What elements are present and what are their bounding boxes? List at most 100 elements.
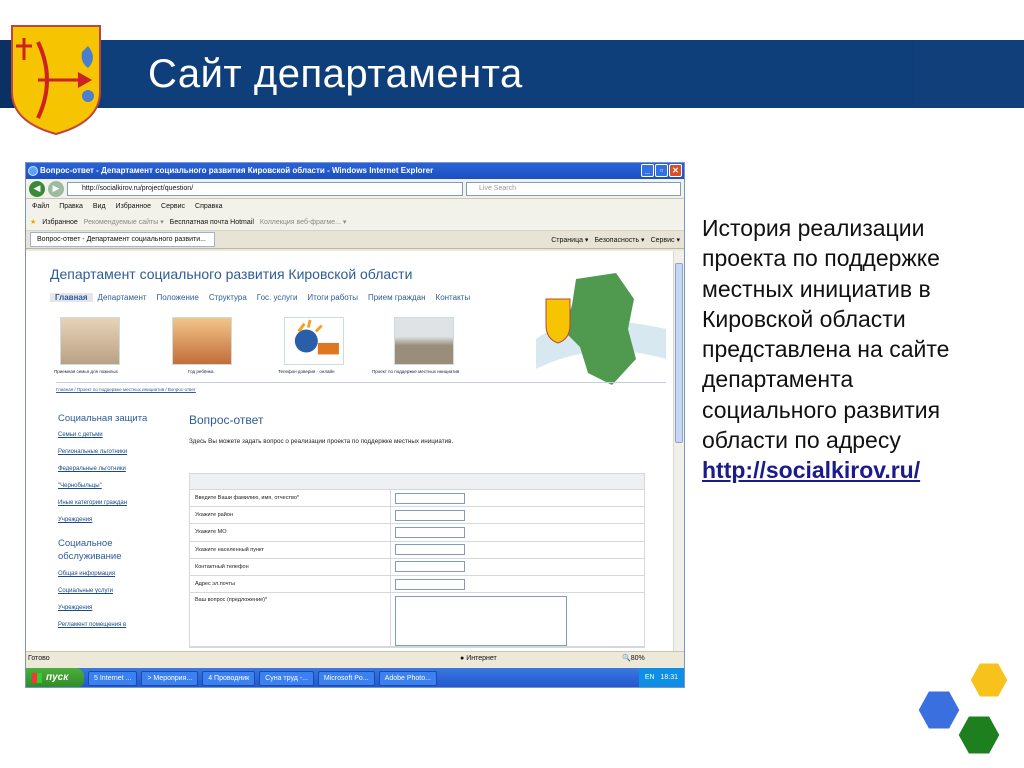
intro-text: Здесь Вы можете задать вопрос о реализац… <box>189 438 454 445</box>
status-bar: Готово ● Интернет 🔍80% <box>26 651 684 666</box>
mo-field[interactable] <box>395 526 465 538</box>
menu-help[interactable]: Справка <box>195 203 222 210</box>
name-field[interactable] <box>395 492 465 504</box>
email-field[interactable] <box>395 578 465 590</box>
menu-edit[interactable]: Правка <box>59 203 83 210</box>
close-icon[interactable]: ✕ <box>669 164 682 177</box>
thumb-hotline[interactable] <box>284 317 344 365</box>
nav-link[interactable]: Семьи с детьми <box>58 432 168 438</box>
hexagon-decoration-icon <box>915 660 1011 757</box>
nav-link[interactable]: Региональные льготники <box>58 449 168 455</box>
taskbar: пуск 5 Internet ... > Мероприя... 4 Пров… <box>26 668 684 687</box>
tool-security[interactable]: Безопасность ▾ <box>594 236 644 244</box>
nav-section-social-service: Социальное обслуживание <box>58 538 122 562</box>
thumb-caption-1[interactable]: Приемная семья для пожилых <box>54 369 164 374</box>
nav-link[interactable]: Федеральные льготники <box>58 466 168 472</box>
thumb-child-year[interactable] <box>172 317 232 365</box>
status-text: Готово <box>28 655 50 662</box>
nav-link[interactable]: Учреждения <box>58 605 168 611</box>
field-label: Введите Ваши фамилию, имя, отчество* <box>190 490 391 507</box>
address-row: ◀ ▶ http://socialkirov.ru/project/questi… <box>26 179 684 199</box>
field-label: Укажите населенный пункт <box>190 541 391 558</box>
thumb-elderly[interactable] <box>60 317 120 365</box>
address-bar[interactable]: http://socialkirov.ru/project/question/ <box>67 181 463 196</box>
thumb-caption-4[interactable]: Проект по поддержке местных инициатив <box>372 369 482 374</box>
taskbar-item[interactable]: Adobe Photo... <box>378 670 437 686</box>
start-button[interactable]: пуск <box>26 668 84 687</box>
form-row: Укажите населенный пункт <box>190 541 644 559</box>
settlement-field[interactable] <box>395 544 465 556</box>
taskbar-item[interactable]: 5 Internet ... <box>88 670 138 686</box>
nav-link[interactable]: Учреждения <box>58 517 168 523</box>
ie-titlebar: Вопрос-ответ - Департамент социального р… <box>26 163 684 179</box>
nav-regulation[interactable]: Положение <box>152 293 204 302</box>
phone-field[interactable] <box>395 561 465 573</box>
nav-results[interactable]: Итоги работы <box>302 293 363 302</box>
fav-item-slices[interactable]: Коллекция веб-фрагме... ▾ <box>260 218 347 226</box>
nav-link[interactable]: Регламент помещения в <box>58 622 168 628</box>
district-field[interactable] <box>395 509 465 521</box>
tab-active[interactable]: Вопрос-ответ - Департамент социального р… <box>30 232 215 247</box>
site-link[interactable]: http://socialkirov.ru/ <box>702 457 920 483</box>
vertical-scrollbar[interactable] <box>673 251 684 651</box>
window-title: Вопрос-ответ - Департамент социального р… <box>40 166 434 175</box>
minimize-icon[interactable]: _ <box>641 164 654 177</box>
thumbnail-row: Приемная семья для пожилых Год ребёнка Т… <box>50 317 520 375</box>
nav-link[interactable]: Иные категории граждан <box>58 500 168 506</box>
site-header: Департамент социального развития Кировск… <box>50 266 413 282</box>
star-icon[interactable]: ★ <box>30 218 36 226</box>
breadcrumb[interactable]: Главная / Проект по поддержке местных ин… <box>56 387 196 392</box>
form-header <box>190 474 644 490</box>
back-icon[interactable]: ◀ <box>29 180 45 197</box>
globe-icon: ● <box>460 655 465 662</box>
form-row: Адрес эл.почты <box>190 575 644 594</box>
taskbar-item[interactable]: Microsoft Po... <box>317 670 375 686</box>
nav-services[interactable]: Гос. услуги <box>252 293 303 302</box>
description-text: История реализации проекта по поддержке … <box>702 213 992 486</box>
field-label: Адрес эл.почты <box>190 575 391 593</box>
field-label: Укажите МО <box>190 524 391 541</box>
nav-section-social-protection: Социальная защита <box>58 413 148 424</box>
nav-link[interactable]: Общая информация <box>58 571 168 577</box>
form-row: Укажите район <box>190 507 644 525</box>
divider <box>56 382 666 383</box>
language-indicator[interactable]: EN <box>645 674 655 681</box>
clock: 18:31 <box>660 674 678 681</box>
nav-reception[interactable]: Прием граждан <box>363 293 431 302</box>
nav-department[interactable]: Департамент <box>93 293 152 302</box>
question-form: Введите Ваши фамилию, имя, отчество* Ука… <box>189 473 645 649</box>
fav-item-hotmail[interactable]: Бесплатная почта Hotmail <box>170 219 254 226</box>
fav-item-recommended[interactable]: Рекомендуемые сайты ▾ <box>84 218 164 226</box>
field-label: Укажите район <box>190 507 391 524</box>
maximize-icon[interactable]: ▫ <box>655 164 668 177</box>
slide-title: Сайт департамента <box>148 52 523 96</box>
zoom-level[interactable]: 🔍80% <box>622 652 645 666</box>
tool-page[interactable]: Страница ▾ <box>551 236 588 244</box>
nav-link[interactable]: Социальные услуги <box>58 588 168 594</box>
menu-bar: Файл Правка Вид Избранное Сервис Справка <box>26 199 684 214</box>
command-bar: Страница ▾ Безопасность ▾ Сервис ▾ <box>551 236 680 244</box>
nav-home[interactable]: Главная <box>50 293 93 302</box>
thumb-project[interactable] <box>394 317 454 365</box>
question-textarea[interactable] <box>395 596 567 647</box>
nav-structure[interactable]: Структура <box>204 293 252 302</box>
form-row: Введите Ваши фамилию, имя, отчество* <box>190 490 644 508</box>
nav-link[interactable]: "Чернобыльцы" <box>58 483 168 489</box>
web-viewport: Департамент социального развития Кировск… <box>26 251 684 651</box>
taskbar-item[interactable]: 4 Проводник <box>202 670 256 686</box>
menu-tools[interactable]: Сервис <box>161 203 185 210</box>
search-input[interactable]: Live Search <box>466 181 681 196</box>
tool-service[interactable]: Сервис ▾ <box>651 236 680 244</box>
favorites-label[interactable]: Избранное <box>42 219 77 226</box>
region-map-icon <box>536 273 666 385</box>
menu-file[interactable]: Файл <box>32 203 49 210</box>
taskbar-item[interactable]: Суна труд -... <box>259 670 314 686</box>
forward-icon[interactable]: ▶ <box>48 180 64 197</box>
menu-view[interactable]: Вид <box>93 203 106 210</box>
tab-row: Вопрос-ответ - Департамент социального р… <box>26 231 684 249</box>
menu-favorites[interactable]: Избранное <box>116 203 151 210</box>
form-row: Ваш вопрос (предложение)* <box>190 593 644 648</box>
field-label: Контактный телефон <box>190 558 391 575</box>
nav-contacts[interactable]: Контакты <box>431 293 476 302</box>
taskbar-item[interactable]: > Мероприя... <box>141 670 199 686</box>
